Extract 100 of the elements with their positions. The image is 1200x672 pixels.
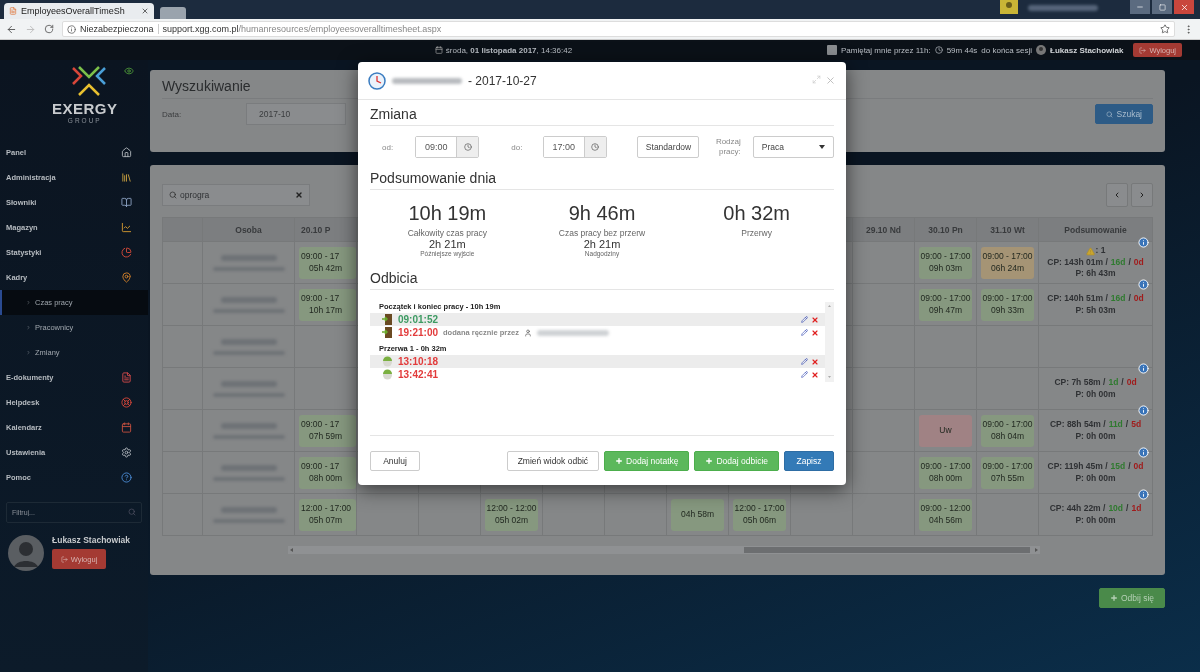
- search-icon: [1106, 110, 1114, 118]
- column-header: Podsumowanie: [1039, 218, 1153, 242]
- shift-chip[interactable]: 09:00 - 17:00 08h 04m: [981, 414, 1034, 447]
- warning-icon: [1085, 246, 1095, 256]
- search-button[interactable]: Szukaj: [1095, 104, 1153, 124]
- days-worked: 10d: [1108, 503, 1124, 515]
- punch-time: 13:10:18: [398, 356, 439, 367]
- summary-text: CP: 88h 54m /: [1049, 419, 1106, 431]
- avatar-icon: [1036, 45, 1047, 55]
- separator-text: /: [1128, 461, 1131, 473]
- days-worked: 16d: [1110, 256, 1126, 269]
- schedule-dropdown[interactable]: Standardow: [636, 136, 699, 158]
- table-cell: [853, 326, 915, 368]
- shift-chip[interactable]: 12:00 - 17:00 05h 06m: [733, 498, 786, 531]
- filter-field[interactable]: oprogra: [162, 184, 310, 206]
- shift-chip[interactable]: 09:00 - 17 10h 17m: [299, 288, 356, 321]
- shift-chip[interactable]: 09:00 - 17 08h 00m: [299, 456, 356, 489]
- star-icon[interactable]: [1160, 24, 1170, 34]
- info-icon[interactable]: [1138, 489, 1149, 500]
- time-field[interactable]: 17:00: [542, 136, 607, 158]
- column-header: 29.10 Nd: [853, 218, 915, 242]
- shift-chip[interactable]: 09:00 - 17:00 09h 33m: [981, 288, 1034, 321]
- maximize-button[interactable]: [1152, 0, 1172, 14]
- summary-text: CP: 143h 01m /: [1047, 256, 1108, 269]
- shift-chip[interactable]: 09:00 - 17:00 09h 47m: [919, 288, 972, 321]
- minimize-button[interactable]: [1130, 0, 1150, 14]
- shift-chip[interactable]: 09:00 - 17:00 09h 03m: [919, 246, 972, 279]
- clock-icon: [934, 46, 943, 54]
- delete-icon[interactable]: [811, 357, 819, 366]
- save-button[interactable]: Zapisz: [784, 450, 834, 471]
- close-icon: [1179, 2, 1189, 12]
- shift-chip[interactable]: 09:00 - 12:00 04h 56m: [919, 498, 972, 531]
- info-icon[interactable]: [1138, 405, 1149, 416]
- delete-icon[interactable]: [811, 315, 819, 324]
- session-timer: 59m 44s: [946, 45, 978, 55]
- plus-icon: [705, 456, 714, 465]
- document-icon: [121, 372, 132, 383]
- lifebuoy-icon: [121, 397, 132, 408]
- help-icon: [121, 472, 132, 483]
- pie-chart-icon: [121, 247, 132, 258]
- summary-text: P: 6h 43m: [1075, 268, 1116, 280]
- punch-row[interactable]: 13:42:41: [370, 368, 825, 381]
- work-type-select[interactable]: Praca: [752, 136, 834, 158]
- back-icon[interactable]: [6, 23, 17, 35]
- delete-icon[interactable]: [811, 370, 819, 379]
- checkbox[interactable]: [826, 45, 837, 55]
- punch-row[interactable]: 09:01:52: [370, 313, 825, 326]
- days-worked: 1d: [1108, 377, 1119, 389]
- clear-icon[interactable]: [295, 191, 303, 199]
- horizontal-scrollbar[interactable]: [288, 546, 1040, 554]
- date-field[interactable]: 2017-10: [246, 103, 346, 125]
- summary-text: P: 0h 00m: [1075, 430, 1116, 442]
- eye-icon[interactable]: [124, 66, 134, 76]
- info-icon[interactable]: [1138, 447, 1149, 458]
- scrollbar[interactable]: [825, 302, 834, 382]
- days-absent: 0d: [1133, 256, 1144, 269]
- minimize-icon: [1136, 3, 1144, 11]
- address-field[interactable]: Niezabezpieczona support.xgg.com.pl/humanresources/employeesoveralltimesheet.aspx: [62, 21, 1175, 37]
- column-header: Osoba: [203, 218, 295, 242]
- redacted-name: [1028, 5, 1098, 11]
- chart-icon: [121, 222, 132, 233]
- punch-time: 13:42:41: [398, 369, 439, 380]
- shift-chip[interactable]: 12:00 - 12:00 05h 02m: [485, 498, 538, 531]
- edit-icon[interactable]: [801, 357, 808, 365]
- close-button[interactable]: [1174, 0, 1194, 14]
- url-text: support.xgg.com.pl/humanresources/employeesoveralltimesheet.aspx: [162, 24, 442, 34]
- toggle-view-button[interactable]: Zmień widok odbić: [506, 450, 600, 471]
- edit-icon[interactable]: [801, 370, 808, 378]
- separator-text: /: [1121, 377, 1124, 389]
- section-heading: Podsumowanie dnia: [370, 164, 834, 190]
- filter-value: oprogra: [180, 190, 211, 200]
- shift-chip[interactable]: 04h 58m: [671, 498, 724, 531]
- shift-chip[interactable]: 09:00 - 17:00 08h 00m: [919, 456, 972, 489]
- shift-chip[interactable]: Uw: [919, 414, 972, 447]
- reload-icon[interactable]: [44, 24, 54, 34]
- days-worked: 11d: [1108, 419, 1123, 431]
- stat-label: Przerwy: [741, 228, 772, 238]
- punch-button[interactable]: Odbij się: [1098, 588, 1165, 608]
- time-field[interactable]: 09:00: [415, 136, 480, 158]
- table-cell: [853, 368, 915, 410]
- cancel-button[interactable]: Anuluj: [370, 450, 420, 471]
- shift-chip[interactable]: 09:00 - 17:00 07h 55m: [981, 456, 1034, 489]
- warning-count: : 1: [1095, 245, 1106, 257]
- info-icon[interactable]: [1138, 237, 1149, 248]
- delete-icon[interactable]: [811, 328, 819, 337]
- shift-chip[interactable]: 09:00 - 17:00 06h 24m: [981, 246, 1034, 279]
- edit-icon[interactable]: [801, 315, 808, 323]
- punch-row[interactable]: 13:10:18: [370, 355, 825, 368]
- books-icon: [121, 172, 132, 183]
- edit-icon[interactable]: [801, 328, 808, 336]
- plus-icon: [1109, 594, 1118, 602]
- separator-text: /: [1126, 503, 1129, 515]
- shift-chip[interactable]: 09:00 - 17 05h 42m: [299, 246, 356, 279]
- browser-tab[interactable]: EmployeesOverallTimeSh: [4, 3, 154, 19]
- close-icon[interactable]: [141, 7, 149, 15]
- shift-chip[interactable]: 12:00 - 17:00 05h 07m: [299, 498, 356, 531]
- profile-icon[interactable]: [1000, 0, 1018, 14]
- info-icon[interactable]: [1138, 279, 1149, 290]
- shift-chip[interactable]: 09:00 - 17 07h 59m: [299, 414, 356, 447]
- info-icon[interactable]: [1138, 363, 1149, 374]
